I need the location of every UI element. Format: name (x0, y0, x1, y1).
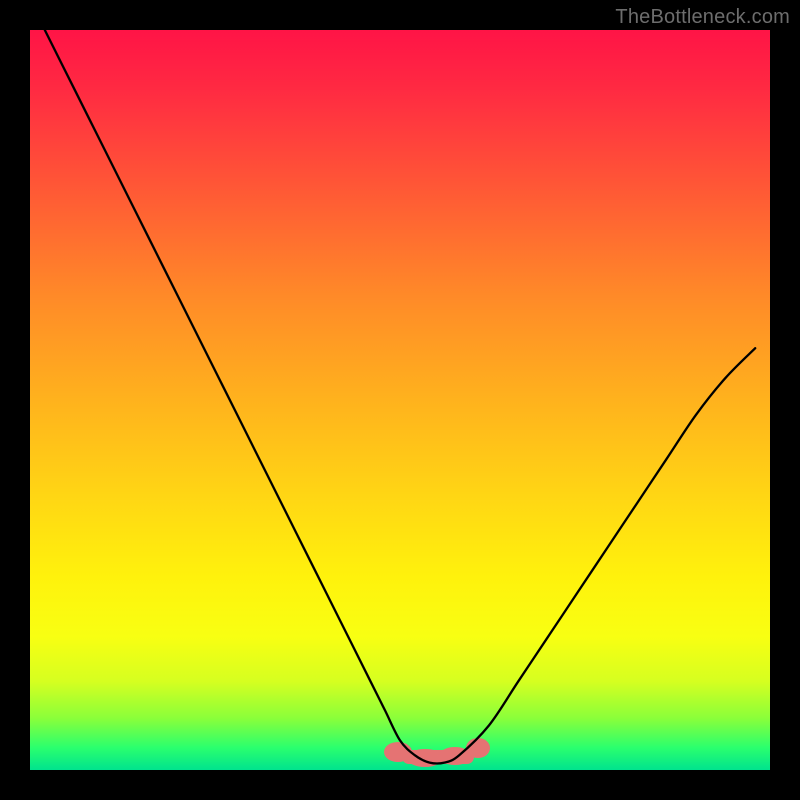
curve-path (45, 30, 755, 764)
plot-area (30, 30, 770, 770)
chart-frame: TheBottleneck.com (0, 0, 800, 800)
watermark-text: TheBottleneck.com (615, 6, 790, 29)
bottleneck-curve (30, 30, 770, 770)
